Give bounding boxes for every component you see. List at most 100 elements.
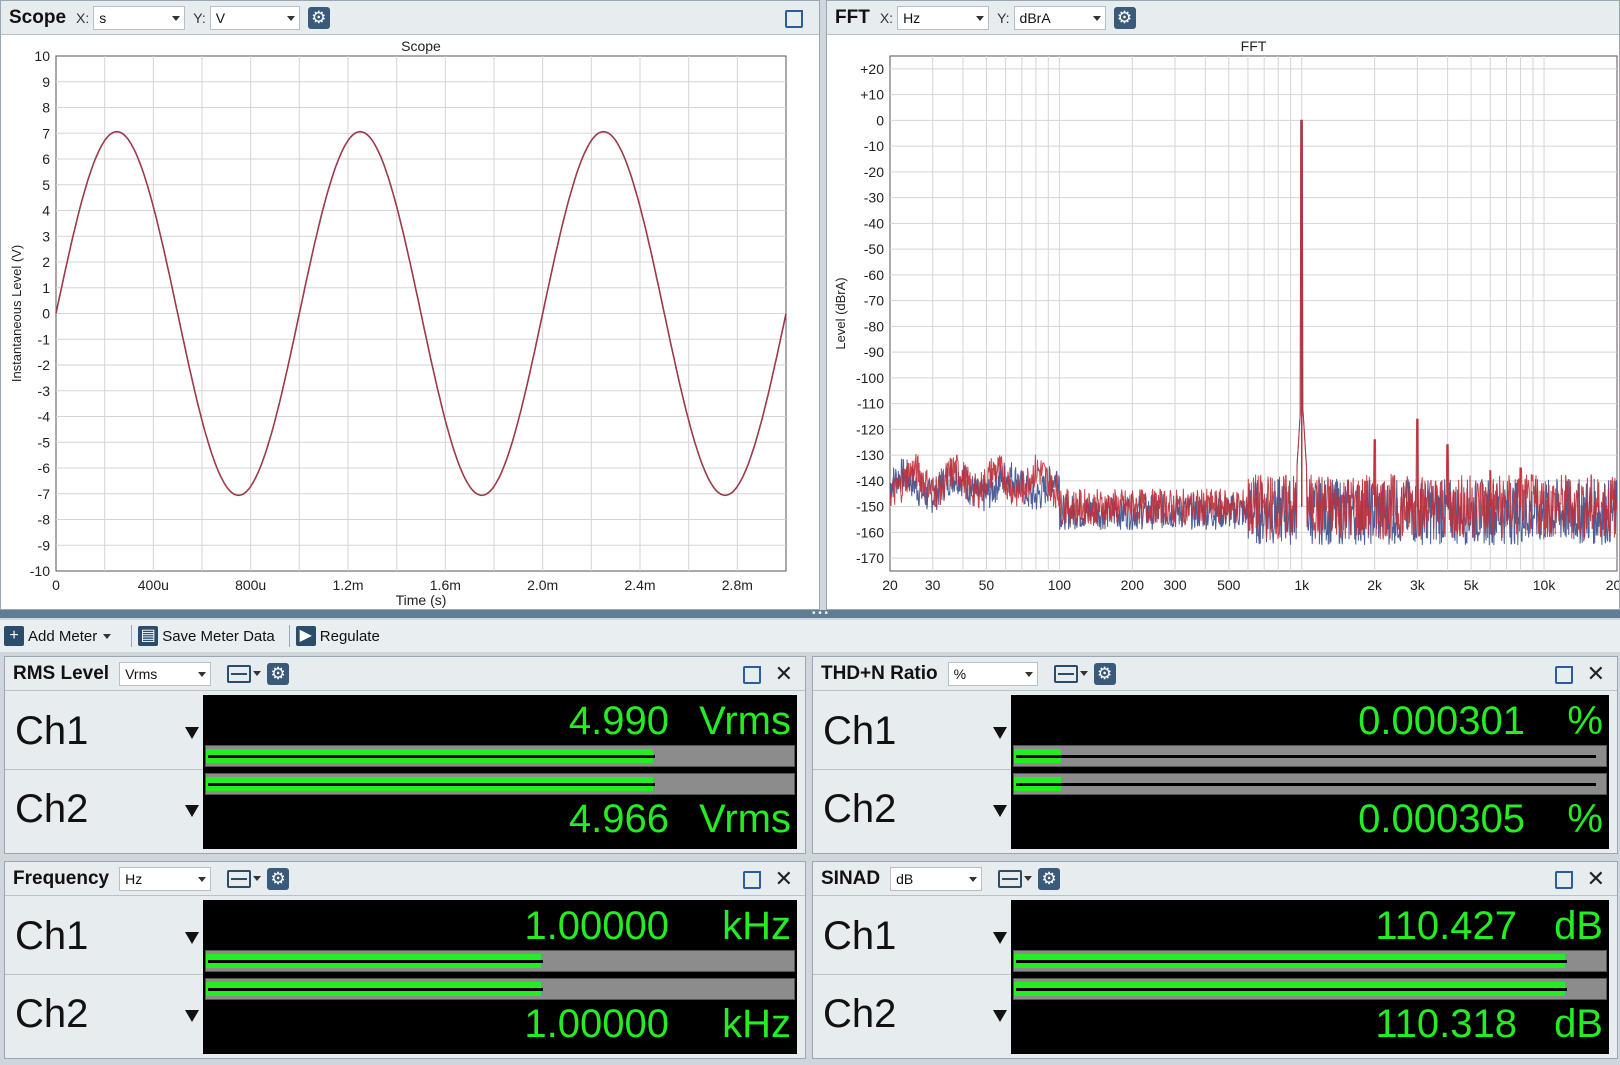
y-tick-label: -4	[38, 409, 51, 425]
ch2-level-mid	[208, 988, 543, 991]
meter-readout: 0.000301% 0.000305%	[1011, 695, 1609, 849]
ch2-dropdown-icon[interactable]	[185, 1010, 199, 1022]
chevron-down-icon	[969, 876, 978, 882]
scope-y-unit-select[interactable]: V	[209, 5, 300, 30]
scope-y-axis-label: Y:	[193, 9, 206, 26]
ch2-level-mid	[208, 783, 655, 786]
meter-unit-select[interactable]: Vrms	[119, 661, 212, 686]
gear-icon[interactable]: ⚙	[1093, 662, 1116, 685]
meter-toolbar: + Add Meter ▤ Save Meter Data ▶ Regulate	[0, 620, 1620, 652]
x-tick-label: 2.8m	[722, 577, 753, 593]
regulate-button[interactable]: ▶ Regulate	[295, 626, 380, 646]
gear-icon[interactable]: ⚙	[307, 6, 330, 29]
toolbar-divider	[131, 625, 133, 647]
close-icon[interactable]: ✕	[775, 868, 793, 890]
popout-icon[interactable]	[743, 666, 761, 684]
popout-icon[interactable]	[743, 871, 761, 889]
popout-icon[interactable]	[785, 10, 803, 28]
x-tick-label: 300	[1163, 577, 1187, 593]
fft-chart-title: FFT	[1241, 38, 1267, 54]
gear-icon[interactable]: ⚙	[1113, 6, 1136, 29]
gear-icon[interactable]: ⚙	[267, 867, 290, 890]
ch2-value: 4.966	[568, 797, 669, 841]
add-meter-button[interactable]: + Add Meter	[4, 626, 117, 646]
scope-x-axis-title: Time (s)	[396, 592, 447, 608]
ch1-dropdown-icon[interactable]	[185, 727, 199, 739]
save-meter-data-button[interactable]: ▤ Save Meter Data	[138, 626, 275, 646]
app-window: Scope X: s Y: V ⚙ Scope 10 9 8 7 6 5 4 3 2 1 0 -1 -2-…	[0, 0, 1620, 1065]
toolbar-divider	[288, 625, 290, 647]
ch2-dropdown-icon[interactable]	[185, 805, 199, 817]
gear-icon[interactable]: ⚙	[1038, 867, 1061, 890]
meter-unit-select[interactable]: dB	[890, 866, 983, 891]
ch2-dropdown-icon[interactable]	[993, 805, 1007, 817]
scope-x-unit-select[interactable]: s	[93, 5, 186, 30]
ch1-level-mid	[1016, 755, 1596, 758]
ch1-unit: kHz	[722, 904, 791, 948]
x-tick-label: 100	[1048, 577, 1072, 593]
close-icon[interactable]: ✕	[775, 663, 793, 685]
y-tick-label: -150	[856, 499, 884, 515]
scope-chart-title: Scope	[401, 38, 441, 54]
y-tick-label: 0	[876, 112, 884, 128]
ch1-dropdown-icon[interactable]	[993, 932, 1007, 944]
panel-splitter[interactable]: • • •	[0, 609, 1620, 619]
play-icon: ▶	[295, 626, 316, 646]
y-tick-label: 3	[42, 228, 50, 244]
ch2-value: 1.00000	[524, 1002, 669, 1046]
x-tick-label: 20k	[1606, 577, 1619, 593]
meter-unit-select[interactable]: Hz	[119, 866, 212, 891]
fft-y-unit-value: dBrA	[1019, 9, 1051, 26]
fft-panel: FFT X: Hz Y: dBrA ⚙ FFT +20 +10 0 -10 -20 -30 -…	[826, 0, 1620, 610]
ch2-label: Ch2	[15, 992, 89, 1036]
scope-chart: Scope109876543210-1-2-3-4-5-6-7-8-9-100 4…	[9, 38, 787, 608]
ch1-value: 110.427	[1375, 904, 1517, 948]
popout-icon[interactable]	[1555, 666, 1573, 684]
x-tick-label: 1k	[1294, 577, 1310, 593]
ch2-value: 110.318	[1375, 1002, 1517, 1046]
y-tick-label: -10	[864, 138, 884, 154]
ch1-level-bar	[1013, 950, 1607, 972]
fft-title: FFT	[835, 6, 870, 28]
meter-header: Frequency Hz ⚙ ✕	[5, 862, 805, 896]
popout-icon[interactable]	[1555, 871, 1573, 889]
meter-title: Frequency	[13, 867, 110, 889]
channel-divider	[5, 974, 203, 975]
x-tick-label: 20	[882, 577, 898, 593]
y-tick-label: -9	[38, 537, 51, 553]
ch1-dropdown-icon[interactable]	[185, 932, 199, 944]
chevron-down-icon	[1024, 671, 1033, 677]
ch1-level-mid	[1016, 960, 1567, 963]
chevron-down-icon	[1024, 876, 1033, 881]
y-tick-label: -5	[38, 434, 51, 450]
fft-y-unit-select[interactable]: dBrA	[1013, 5, 1106, 30]
ch1-unit: dB	[1554, 904, 1603, 948]
graph-icon[interactable]	[227, 869, 252, 888]
y-tick-label: -10	[30, 563, 50, 579]
close-icon[interactable]: ✕	[1587, 663, 1605, 685]
ch1-level-bar	[205, 950, 795, 972]
graph-icon[interactable]	[1053, 664, 1078, 683]
chevron-down-icon	[253, 876, 262, 881]
fft-x-unit-select[interactable]: Hz	[897, 5, 990, 30]
x-tick-label: 2k	[1367, 577, 1383, 593]
save-data-icon: ▤	[138, 626, 159, 646]
ch1-value: 4.990	[568, 699, 669, 743]
close-icon[interactable]: ✕	[1587, 868, 1605, 890]
gear-icon[interactable]: ⚙	[267, 662, 290, 685]
y-tick-label: -170	[856, 550, 884, 566]
x-tick-label: 2.4m	[624, 577, 655, 593]
fft-header: FFT X: Hz Y: dBrA ⚙	[827, 1, 1619, 35]
y-tick-label: -90	[864, 344, 884, 360]
graph-icon[interactable]	[998, 869, 1023, 888]
graph-icon[interactable]	[227, 664, 252, 683]
y-tick-label: -3	[38, 383, 51, 399]
scope-x-axis-label: X:	[76, 9, 90, 26]
ch2-value: 0.000305	[1358, 797, 1525, 841]
meter-unit-select[interactable]: %	[947, 661, 1038, 686]
y-tick-label: 2	[42, 254, 50, 270]
ch1-level-mid	[208, 755, 655, 758]
ch2-dropdown-icon[interactable]	[993, 1010, 1007, 1022]
ch1-dropdown-icon[interactable]	[993, 727, 1007, 739]
fft-y-axis-title: Level (dBrA)	[833, 277, 848, 349]
